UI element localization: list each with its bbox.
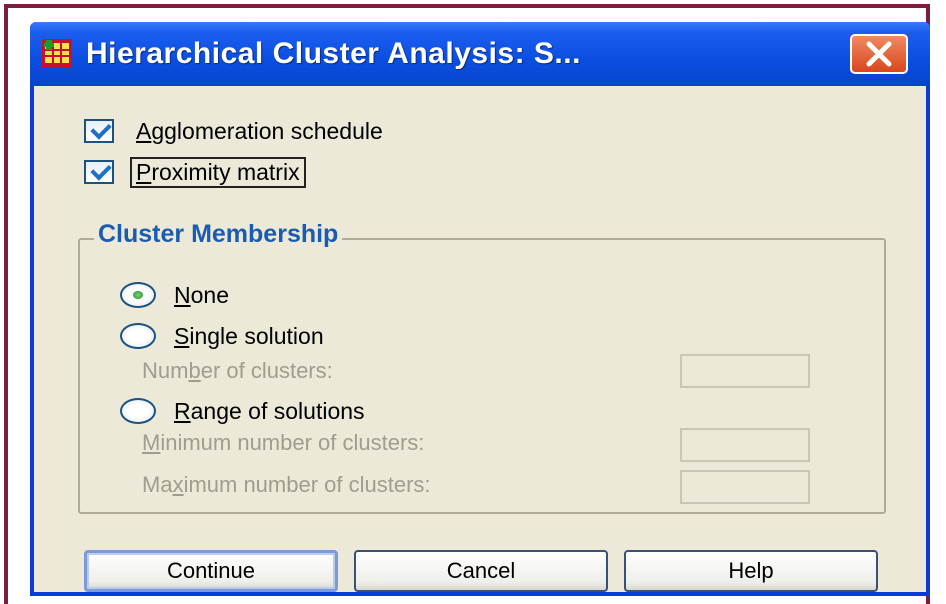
range-of-solutions-option[interactable]: Range of solutions xyxy=(120,395,365,427)
close-button[interactable] xyxy=(850,34,908,74)
range-of-solutions-label: Range of solutions xyxy=(174,397,365,424)
minimum-clusters-label: Minimum number of clusters: xyxy=(142,430,425,455)
spss-table-icon xyxy=(42,39,72,67)
continue-button[interactable]: Continue xyxy=(84,550,338,592)
number-of-clusters-label: Number of clusters: xyxy=(142,358,333,383)
none-radio[interactable] xyxy=(120,282,156,308)
agglomeration-schedule-option[interactable]: Agglomeration schedule xyxy=(84,115,383,147)
number-of-clusters-field[interactable] xyxy=(680,354,810,388)
none-option[interactable]: None xyxy=(120,279,229,311)
maximum-clusters-field[interactable] xyxy=(680,470,810,504)
single-solution-option[interactable]: Single solution xyxy=(120,320,324,352)
close-icon xyxy=(866,41,892,67)
checkmark-icon xyxy=(90,118,112,140)
none-label: None xyxy=(174,281,229,308)
single-solution-label: Single solution xyxy=(174,322,324,349)
dialog-client-area: Agglomeration schedule Proximity matrix … xyxy=(34,86,926,592)
title-bar[interactable]: Hierarchical Cluster Analysis: S... xyxy=(30,22,930,86)
proximity-matrix-option[interactable]: Proximity matrix xyxy=(84,156,306,188)
agglomeration-schedule-label: Agglomeration schedule xyxy=(136,117,383,144)
range-of-solutions-radio[interactable] xyxy=(120,398,156,424)
cancel-button[interactable]: Cancel xyxy=(354,550,608,592)
checkmark-icon xyxy=(90,159,112,181)
cluster-membership-title: Cluster Membership xyxy=(94,220,343,249)
minimum-clusters-field[interactable] xyxy=(680,428,810,462)
proximity-matrix-label: Proximity matrix xyxy=(130,156,306,188)
dialog-window: Hierarchical Cluster Analysis: S... Aggl… xyxy=(30,22,930,596)
agglomeration-schedule-checkbox[interactable] xyxy=(84,118,114,143)
help-button[interactable]: Help xyxy=(624,550,878,592)
proximity-matrix-checkbox[interactable] xyxy=(84,159,114,184)
radio-selected-dot xyxy=(133,291,143,299)
single-solution-radio[interactable] xyxy=(120,323,156,349)
maximum-clusters-label: Maximum number of clusters: xyxy=(142,472,431,497)
window-title: Hierarchical Cluster Analysis: S... xyxy=(86,37,581,70)
